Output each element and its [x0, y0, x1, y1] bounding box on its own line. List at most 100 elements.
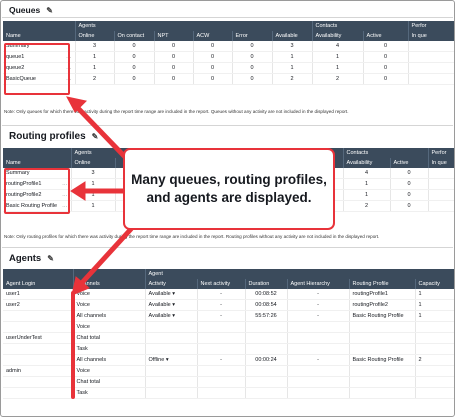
agent-login-cell[interactable]: user2: [3, 299, 74, 311]
pencil-icon[interactable]: ✎: [47, 254, 54, 263]
table-cell: [415, 365, 454, 377]
table-cell: 0: [114, 51, 155, 63]
table-cell: Basic Routing Profile: [349, 310, 416, 322]
chevron-down-icon[interactable]: ▾: [172, 302, 175, 308]
channel-cell: Chat total: [73, 332, 146, 344]
table-cell: [349, 365, 416, 377]
activity-cell[interactable]: [145, 332, 198, 344]
agent-login-cell[interactable]: [3, 310, 74, 322]
routing-group-header: Perfor: [428, 148, 454, 158]
agent-login-cell[interactable]: [3, 354, 74, 366]
table-cell: 00:08:54: [245, 299, 288, 311]
table-cell: 0: [232, 41, 273, 52]
table-cell: routingProfile2: [349, 299, 416, 311]
column-header[interactable]: Capacity: [415, 279, 454, 289]
pencil-icon[interactable]: ✎: [46, 6, 53, 15]
channel-cell: Task: [73, 343, 146, 355]
column-header[interactable]: Duration: [245, 279, 288, 289]
table-row: BasicQueue… 2 0 0 0 0 2 2 0: [3, 73, 454, 85]
column-header[interactable]: Online: [75, 31, 115, 41]
table-cell: [349, 332, 416, 344]
activity-cell[interactable]: [145, 376, 198, 388]
agents-group-header: [73, 269, 146, 279]
table-cell: [408, 73, 454, 85]
agents-group-header: [3, 269, 74, 279]
channel-cell: Voice: [73, 365, 146, 377]
column-header[interactable]: NPT: [154, 31, 194, 41]
activity-cell[interactable]: [145, 387, 198, 399]
column-header[interactable]: Active: [363, 31, 409, 41]
table-cell: 2: [272, 73, 313, 85]
queues-group-header: [3, 21, 76, 31]
queues-group-header: Perfor: [408, 21, 454, 31]
activity-cell[interactable]: Offline ▾: [145, 354, 198, 366]
column-header[interactable]: Name: [3, 31, 76, 41]
table-cell: 2: [343, 200, 391, 212]
table-cell: [197, 376, 246, 388]
activity-cell[interactable]: [145, 343, 198, 355]
table-cell: 0: [193, 51, 233, 63]
column-header[interactable]: In que: [428, 158, 454, 168]
table-cell: [245, 365, 288, 377]
pencil-icon[interactable]: ✎: [92, 132, 99, 141]
table-cell: Basic Routing Profile: [349, 354, 416, 366]
table-cell: [408, 41, 454, 52]
activity-cell[interactable]: [145, 321, 198, 333]
agent-login-cell[interactable]: user1: [3, 289, 74, 300]
chevron-down-icon[interactable]: ▾: [172, 313, 175, 319]
column-header[interactable]: Availability: [312, 31, 364, 41]
column-header[interactable]: Agent Hierarchy: [287, 279, 350, 289]
routing-profiles-section-title: Routing profiles ✎: [9, 131, 98, 142]
queues-note: Note: Only queues for which there was ac…: [4, 109, 349, 114]
column-header[interactable]: In que: [408, 31, 454, 41]
column-header[interactable]: ACW: [193, 31, 233, 41]
agent-login-cell[interactable]: admin: [3, 365, 74, 377]
agent-login-cell[interactable]: [3, 321, 74, 333]
agent-login-cell[interactable]: [3, 343, 74, 355]
table-row: queue2… 1 0 0 0 0 1 1 0: [3, 62, 454, 74]
activity-cell[interactable]: [145, 365, 198, 377]
chevron-down-icon[interactable]: ▾: [172, 291, 175, 297]
agent-login-cell[interactable]: userUnderTest: [3, 332, 74, 344]
table-cell: 3: [75, 41, 115, 52]
column-header[interactable]: Agent Login: [3, 279, 74, 289]
table-cell: 1: [71, 189, 116, 201]
column-header[interactable]: Online: [71, 158, 116, 168]
chevron-down-icon[interactable]: ▾: [166, 357, 169, 363]
column-header[interactable]: Error: [232, 31, 273, 41]
table-cell: 1: [71, 178, 116, 190]
table-cell: 55:57:26: [245, 310, 288, 322]
table-cell: -: [197, 299, 246, 311]
column-header[interactable]: Routing Profile: [349, 279, 416, 289]
table-cell: [349, 376, 416, 388]
table-cell: 0: [193, 73, 233, 85]
table-cell: 1: [415, 289, 454, 300]
column-header[interactable]: Availability: [343, 158, 391, 168]
column-header[interactable]: Active: [390, 158, 429, 168]
agent-login-cell[interactable]: [3, 376, 74, 388]
table-cell: 0: [193, 62, 233, 74]
table-cell: [349, 321, 416, 333]
table-cell: [349, 343, 416, 355]
table-cell: 0: [232, 62, 273, 74]
table-cell: 0: [363, 41, 409, 52]
activity-cell[interactable]: Available ▾: [145, 299, 198, 311]
column-header[interactable]: Channels: [73, 279, 146, 289]
table-cell: -: [287, 354, 350, 366]
table-cell: 0: [154, 51, 194, 63]
activity-cell[interactable]: Available ▾: [145, 289, 198, 300]
table-cell: [197, 332, 246, 344]
column-header[interactable]: On contact: [114, 31, 155, 41]
column-header[interactable]: Available: [272, 31, 313, 41]
activity-cell[interactable]: Available ▾: [145, 310, 198, 322]
column-header[interactable]: Name: [3, 158, 72, 168]
table-cell: [197, 365, 246, 377]
table-cell: 1: [272, 51, 313, 63]
queues-group-header: Agents: [75, 21, 313, 31]
agent-login-cell[interactable]: [3, 387, 74, 399]
column-header[interactable]: Activity: [145, 279, 198, 289]
table-cell: -: [197, 310, 246, 322]
column-header[interactable]: Next activity: [197, 279, 246, 289]
table-cell: 2: [312, 73, 364, 85]
table-cell: [415, 343, 454, 355]
